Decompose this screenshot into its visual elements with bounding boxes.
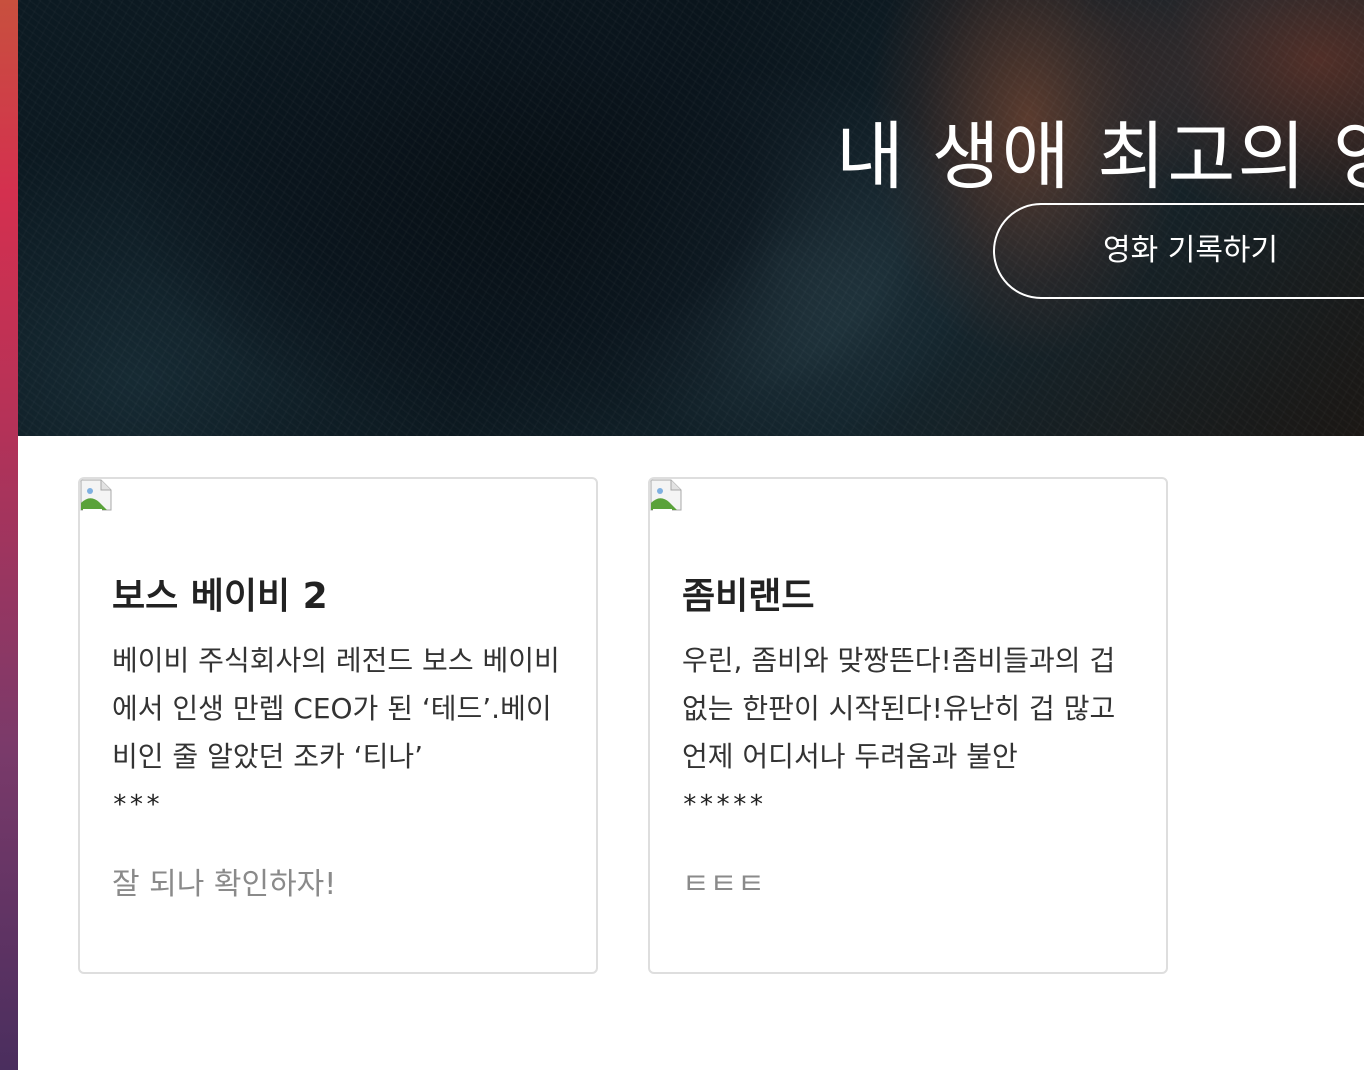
- card-comment: 잘 되나 확인하자!: [112, 867, 337, 902]
- side-accent-strip: [0, 0, 18, 1070]
- hero-title: 내 생애 최고의 영: [836, 113, 1364, 200]
- broken-image-icon: [80, 479, 112, 511]
- movie-card[interactable]: 좀비랜드 우린, 좀비와 맞짱뜬다!좀비들과의 겁없는 한판이 시작된다!유난히…: [648, 477, 1168, 974]
- card-description: 베이비 주식회사의 레전드 보스 베이비에서 인생 만렙 CEO가 된 ‘테드’…: [112, 644, 560, 773]
- card-description: 우린, 좀비와 맞짱뜬다!좀비들과의 겁없는 한판이 시작된다!유난히 겁 많고…: [682, 644, 1116, 773]
- page: 내 생애 최고의 영 영화 기록하기 보스 베이비 2 베이비 주식회사의 레전…: [0, 0, 1364, 1070]
- card-rating: *****: [682, 790, 766, 820]
- card-rating: ***: [112, 790, 162, 820]
- broken-image-icon: [650, 479, 682, 511]
- record-movie-button[interactable]: 영화 기록하기: [993, 203, 1364, 299]
- hero-banner: 내 생애 최고의 영 영화 기록하기: [18, 0, 1364, 436]
- movie-card[interactable]: 보스 베이비 2 베이비 주식회사의 레전드 보스 베이비에서 인생 만렙 CE…: [78, 477, 598, 974]
- card-title: 좀비랜드: [682, 575, 815, 617]
- card-title: 보스 베이비 2: [112, 575, 328, 617]
- card-comment: ㅌㅌㅌ: [682, 867, 765, 902]
